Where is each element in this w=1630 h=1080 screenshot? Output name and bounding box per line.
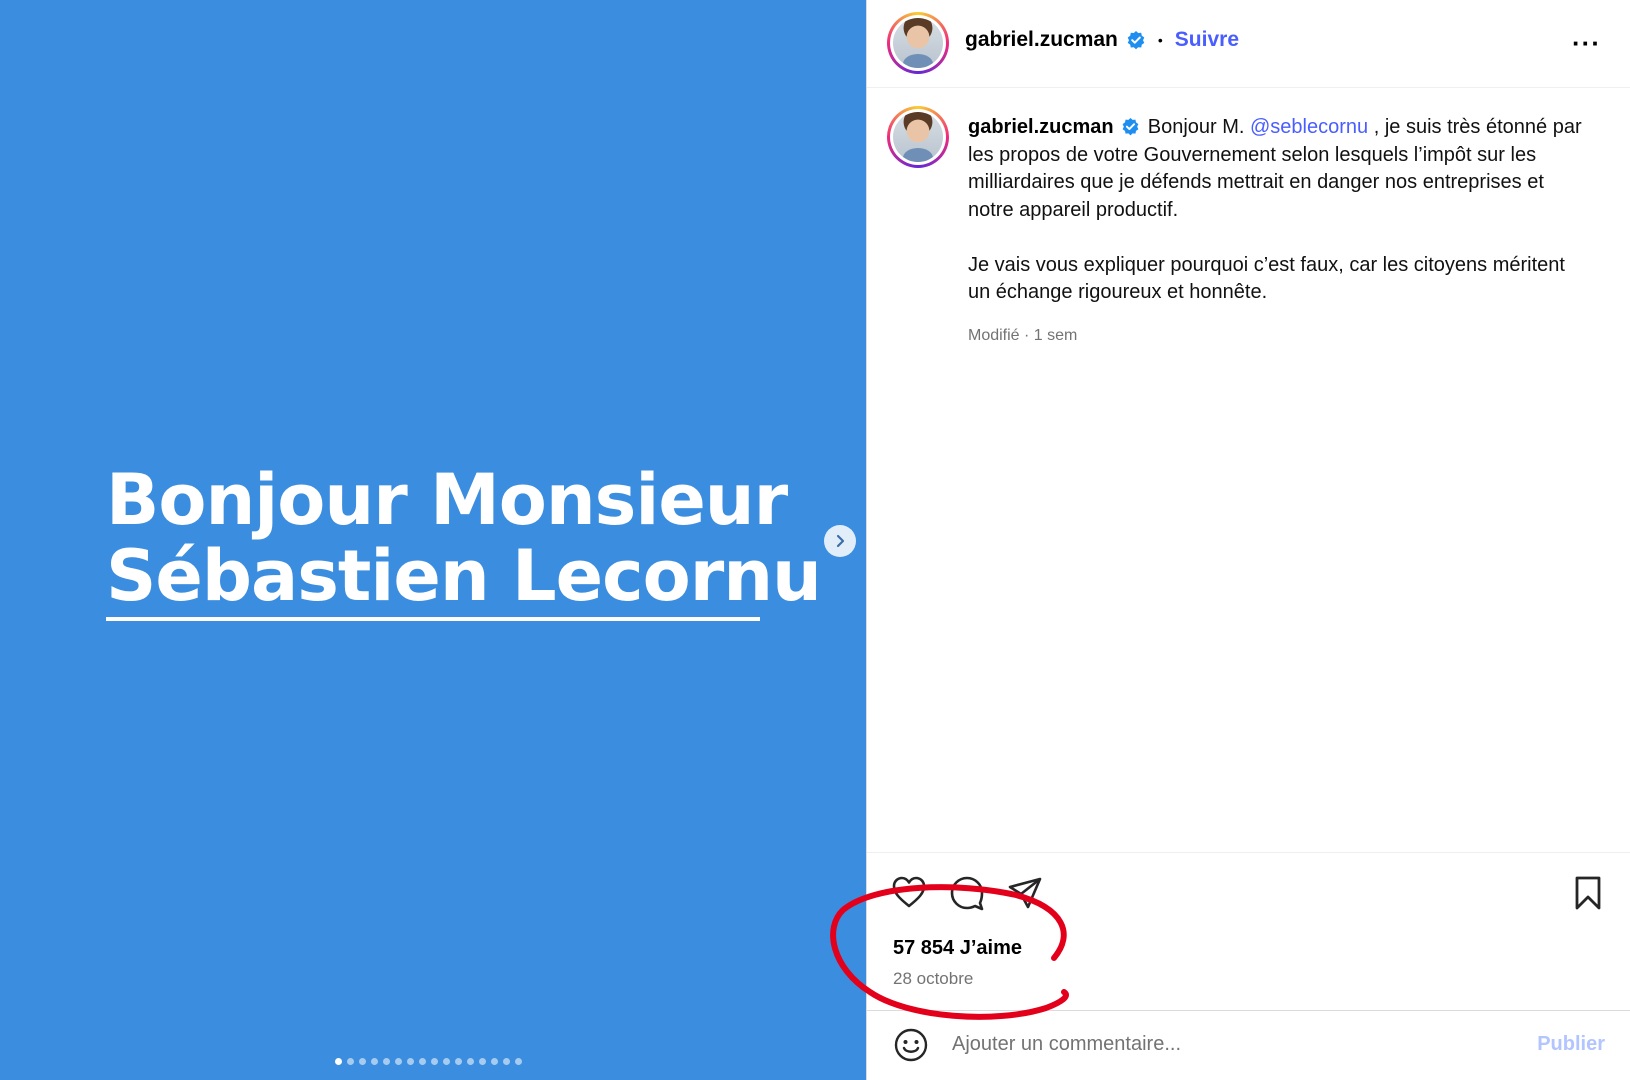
caption-meta: Modifié · 1 sem <box>968 327 1078 344</box>
carousel-dot <box>395 1058 402 1065</box>
chevron-right-icon <box>836 534 845 548</box>
post-header: gabriel.zucman • Suivre ··· <box>867 0 1630 88</box>
post-panel: gabriel.zucman • Suivre ··· gabriel.zucm… <box>866 0 1630 1080</box>
likes-count[interactable]: 57 854 J’aime <box>893 937 1022 960</box>
carousel-dot <box>419 1058 426 1065</box>
carousel-dot <box>515 1058 522 1065</box>
comment-bar: Publier <box>867 1010 1630 1080</box>
bookmark-icon[interactable] <box>1573 875 1603 911</box>
slide-title-line-2: Sébastien Lecornu <box>106 535 822 617</box>
verified-badge-icon <box>1127 31 1145 50</box>
carousel-dot <box>359 1058 366 1065</box>
next-slide-button[interactable] <box>824 525 856 557</box>
verified-badge-icon <box>1122 117 1139 136</box>
mention-link[interactable]: @seblecornu <box>1250 116 1368 138</box>
caption-paragraph-2: Je vais vous expliquer pourquoi c’est fa… <box>968 253 1565 304</box>
carousel-dot <box>347 1058 354 1065</box>
slide-title-underline <box>106 617 760 621</box>
carousel-dot <box>407 1058 414 1065</box>
heart-icon[interactable] <box>891 875 927 909</box>
slide-title: Bonjour Monsieur Sébastien Lecornu <box>106 459 822 617</box>
comment-input[interactable] <box>952 1033 1452 1056</box>
carousel-dot <box>371 1058 378 1065</box>
caption-avatar[interactable] <box>887 106 949 168</box>
caption-profile-photo <box>893 112 943 162</box>
avatar[interactable] <box>887 12 949 74</box>
action-bar: 57 854 J’aime 28 octobre <box>867 852 1630 1012</box>
carousel-dots <box>335 1058 522 1065</box>
post-media-carousel[interactable]: Bonjour Monsieur Sébastien Lecornu <box>0 0 866 1080</box>
carousel-dot <box>443 1058 450 1065</box>
share-icon[interactable] <box>1007 875 1043 911</box>
emoji-icon[interactable] <box>893 1027 929 1063</box>
carousel-dot <box>467 1058 474 1065</box>
profile-photo <box>893 18 943 68</box>
caption-username-link[interactable]: gabriel.zucman <box>968 116 1114 138</box>
carousel-dot <box>503 1058 510 1065</box>
follow-button[interactable]: Suivre <box>1175 28 1239 52</box>
carousel-dot <box>383 1058 390 1065</box>
carousel-dot <box>335 1058 342 1065</box>
header-separator: • <box>1157 32 1163 48</box>
carousel-dot <box>455 1058 462 1065</box>
post-date: 28 octobre <box>893 969 974 988</box>
header-username-link[interactable]: gabriel.zucman <box>965 28 1118 52</box>
carousel-dot <box>491 1058 498 1065</box>
more-options-button[interactable]: ··· <box>1572 28 1601 59</box>
comment-icon[interactable] <box>949 875 985 911</box>
carousel-dot <box>431 1058 438 1065</box>
publish-button[interactable]: Publier <box>1537 1033 1605 1056</box>
slide-title-line-1: Bonjour Monsieur <box>106 459 788 541</box>
carousel-dot <box>479 1058 486 1065</box>
caption-text: gabriel.zucman Bonjour M. @seblecornu , … <box>968 114 1588 350</box>
caption-intro: Bonjour M. <box>1147 116 1250 138</box>
